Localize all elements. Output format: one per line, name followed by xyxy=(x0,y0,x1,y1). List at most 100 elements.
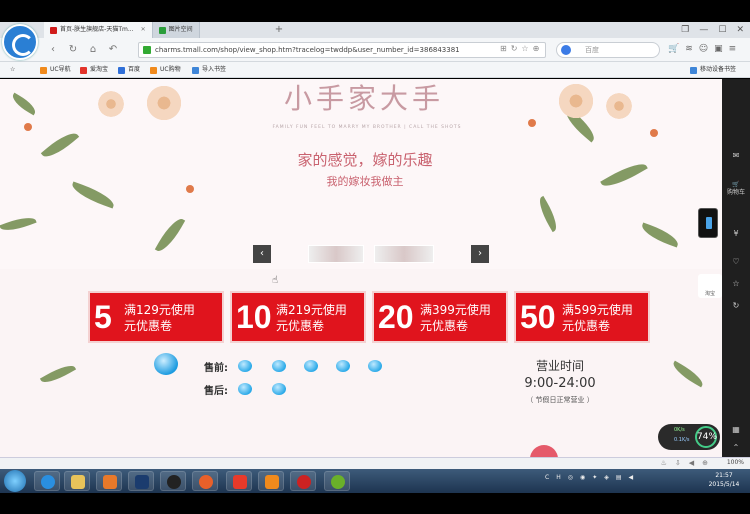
ime-icon[interactable]: CH xyxy=(545,474,568,481)
clock-time: 21:57 xyxy=(715,472,733,479)
refresh-icon[interactable]: ↻ xyxy=(66,43,80,57)
taskbar-app[interactable] xyxy=(290,471,316,491)
bookmark-star-icon[interactable]: ☆ xyxy=(521,44,532,53)
coupon-10[interactable]: 10 满219元使用 元优惠卷 xyxy=(230,291,366,343)
phone-widget[interactable] xyxy=(698,208,718,238)
history-icon[interactable]: ↻ xyxy=(722,301,750,310)
close-window-icon[interactable]: ✕ xyxy=(736,22,744,38)
taskbar: CH◎◉✦◈▤◀ 21:57 2015/5/14 xyxy=(0,469,750,493)
mobile-bookmarks[interactable]: 移动设备书签 xyxy=(690,62,736,78)
presale-chat-icon[interactable] xyxy=(238,360,252,372)
presale-chat-icon[interactable] xyxy=(272,360,286,372)
carousel-next-button[interactable]: › xyxy=(471,245,489,263)
bookmark-label: UC导航 xyxy=(50,66,71,73)
back-icon[interactable]: ‹ xyxy=(46,43,60,57)
carousel-thumbnail[interactable] xyxy=(374,245,434,263)
taskbar-app-green[interactable] xyxy=(324,471,350,491)
wifi-icon[interactable]: ≋ xyxy=(685,44,699,54)
firefox-icon xyxy=(199,475,213,489)
bookmark-import[interactable]: 导入书签 xyxy=(192,62,226,78)
floating-badge[interactable] xyxy=(530,445,558,457)
tab-shop-home[interactable]: 首页-朕生旗舰店-天猫Tm... ✕ xyxy=(44,22,153,38)
tab-image-space[interactable]: 图片空间 xyxy=(152,22,200,38)
taskbar-explorer[interactable] xyxy=(64,471,90,491)
undo-icon[interactable]: ↶ xyxy=(106,43,120,57)
bookmark-ai-taobao[interactable]: 爱淘宝 xyxy=(80,62,108,78)
home-icon[interactable]: ⌂ xyxy=(86,43,100,57)
taskbar-photoshop[interactable] xyxy=(128,471,154,491)
translate-icon[interactable]: ↻ xyxy=(511,44,522,53)
network-speed-widget[interactable]: 0K/s 0.1K/s 74% xyxy=(658,424,720,450)
address-bar[interactable]: charms.tmall.com/shop/view_shop.htm?trac… xyxy=(138,42,546,58)
yen-icon[interactable]: ¥ xyxy=(722,229,750,238)
volume-icon[interactable]: ◀ xyxy=(689,459,702,467)
bookmark-uc-nav[interactable]: UC导航 xyxy=(40,62,71,78)
bookmark-baidu[interactable]: 百度 xyxy=(118,62,140,78)
close-tab-icon[interactable]: ✕ xyxy=(141,22,146,38)
skin-icon[interactable]: ❐ xyxy=(681,22,689,38)
presale-chat-icon[interactable] xyxy=(336,360,350,372)
back-to-top-icon[interactable]: ⌃ xyxy=(722,443,750,452)
carousel-prev-button[interactable]: ‹ xyxy=(253,245,271,263)
tray-icon[interactable]: ✦ xyxy=(592,474,604,481)
new-tab-button[interactable]: + xyxy=(272,22,286,38)
coupon-amount: 50 xyxy=(520,299,556,335)
mail-icon[interactable]: ✉ xyxy=(722,151,750,160)
system-clock[interactable]: 21:57 2015/5/14 xyxy=(702,471,746,489)
tray-icon[interactable]: ◎ xyxy=(568,474,580,481)
taskbar-uc-browser[interactable] xyxy=(258,471,284,491)
coupon-20[interactable]: 20 满399元使用 元优惠卷 xyxy=(372,291,508,343)
baidu-icon xyxy=(118,66,125,74)
coupon-50[interactable]: 50 满599元使用 元优惠卷 xyxy=(514,291,650,343)
taskbar-ie[interactable] xyxy=(34,471,60,491)
search-engine-icon[interactable] xyxy=(561,45,571,55)
search-box[interactable]: 百度 xyxy=(556,42,660,58)
clock-date: 2015/5/14 xyxy=(708,481,740,488)
reader-icon[interactable]: ⊞ xyxy=(500,44,511,53)
browser-logo[interactable] xyxy=(2,24,38,60)
star-icon[interactable]: ☆ xyxy=(722,279,750,288)
presale-chat-icon[interactable] xyxy=(368,360,382,372)
coupon-label: 元优惠卷 xyxy=(124,319,173,333)
leaf-decoration xyxy=(39,360,77,388)
business-hours: 营业时间 9:00-24:00 （ 节假日正常营业 ） xyxy=(500,357,620,405)
heart-icon[interactable]: ♡ xyxy=(722,257,750,266)
cart-icon[interactable]: 🛒 xyxy=(668,44,685,54)
zoom-level[interactable]: 100% xyxy=(727,459,744,466)
taskbar-aliwangwang[interactable] xyxy=(226,471,252,491)
minimize-icon[interactable]: — xyxy=(699,22,708,38)
taskbar-media[interactable] xyxy=(96,471,122,491)
volume-tray-icon[interactable]: ◀ xyxy=(629,474,641,481)
taskbar-qq[interactable] xyxy=(160,471,186,491)
aftersale-chat-icon[interactable] xyxy=(238,383,252,395)
zoom-icon[interactable]: ⊕ xyxy=(702,459,716,467)
flame-icon[interactable]: ♨ xyxy=(661,459,675,467)
user-icon[interactable]: ☺ xyxy=(699,44,714,54)
aftersale-label: 售后: xyxy=(204,386,228,397)
tray-icon[interactable]: ◉ xyxy=(580,474,592,481)
sidebar-cart[interactable]: 🛒 购物车 xyxy=(722,181,750,197)
carousel-thumbnail[interactable] xyxy=(308,245,364,263)
maximize-icon[interactable]: ☐ xyxy=(718,22,726,38)
flower-decoration xyxy=(604,91,634,121)
sidebar-app[interactable]: 淘宝 xyxy=(698,274,722,298)
bookmark-uc-shopping[interactable]: UC购物 xyxy=(150,62,181,78)
sidebar-icon[interactable]: ▣ xyxy=(714,44,729,54)
download-icon[interactable]: ⇩ xyxy=(675,459,689,467)
menu-dropdown-icon[interactable]: ⊕ xyxy=(533,44,544,53)
leaf-decoration xyxy=(40,127,80,163)
tray-icon[interactable]: ◈ xyxy=(604,474,616,481)
start-button[interactable] xyxy=(4,470,26,492)
taskbar-firefox[interactable] xyxy=(192,471,218,491)
address-bar-actions: ⊞↻☆⊕ xyxy=(500,44,543,53)
leaf-decoration xyxy=(534,195,562,233)
qrcode-icon[interactable]: ▦ xyxy=(722,425,750,434)
menu-icon[interactable]: ≡ xyxy=(729,44,743,54)
presale-chat-icon[interactable] xyxy=(304,360,318,372)
bookmark-star-icon[interactable]: ☆ xyxy=(10,62,15,78)
aftersale-chat-icon[interactable] xyxy=(272,383,286,395)
network-icon[interactable]: ▤ xyxy=(616,474,629,481)
presale-label: 售前: xyxy=(204,363,228,374)
coupon-5[interactable]: 5 满129元使用 元优惠卷 xyxy=(88,291,224,343)
coupon-label: 元优惠卷 xyxy=(562,319,611,333)
